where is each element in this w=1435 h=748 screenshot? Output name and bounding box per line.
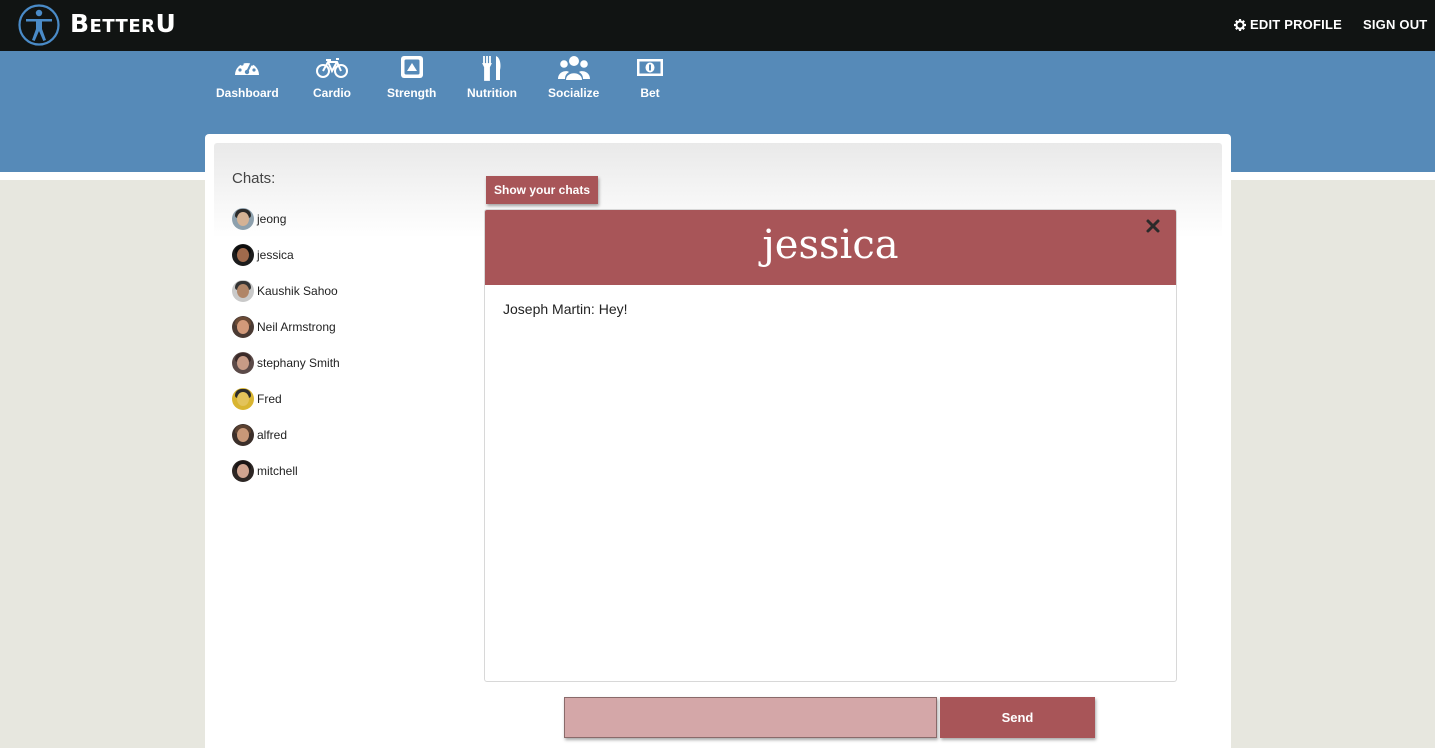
fork-knife-icon <box>482 56 501 81</box>
chat-name: jeong <box>257 212 287 226</box>
avatar <box>232 316 254 338</box>
nav-label-cardio: Cardio <box>313 86 352 100</box>
chat-list-item-alfred[interactable]: alfred <box>232 424 287 446</box>
chat-list-item-stephany-smith[interactable]: stephany Smith <box>232 352 340 374</box>
vitruvian-man-logo-icon[interactable] <box>17 3 61 47</box>
chat-name: alfred <box>257 428 288 442</box>
nav-item-bet[interactable]: Bet <box>636 55 664 100</box>
avatar <box>232 388 254 410</box>
chat-name: Neil Armstrong <box>257 320 336 334</box>
chat-list-item-mitchell[interactable]: mitchell <box>232 460 298 482</box>
avatar <box>232 280 254 302</box>
chat-name: jessica <box>257 248 294 262</box>
money-bill-icon <box>637 59 663 76</box>
bicycle-icon <box>316 58 348 78</box>
chats-heading: Chats: <box>232 170 276 187</box>
chat-header: jessica <box>485 210 1176 285</box>
chat-title: jessica <box>762 222 899 268</box>
chat-list-item-jessica[interactable]: jessica <box>232 244 294 266</box>
nav-item-dashboard[interactable]: Dashboard <box>216 55 279 100</box>
avatar <box>232 352 254 374</box>
chat-name: Kaushik Sahoo <box>257 284 338 298</box>
close-icon[interactable] <box>1145 218 1161 234</box>
avatar <box>232 208 254 230</box>
triangle-box-icon <box>400 56 423 78</box>
gear-icon <box>1234 18 1246 31</box>
top-bar: BetterU EDIT PROFILE SIGN OUT <box>0 0 1435 51</box>
chat-list-item-fred[interactable]: Fred <box>232 388 282 410</box>
nav-item-strength[interactable]: Strength <box>387 55 436 100</box>
message-input[interactable] <box>564 697 937 738</box>
dashboard-gauge-icon <box>235 59 260 75</box>
nav-label-dashboard: Dashboard <box>216 86 279 100</box>
nav-label-nutrition: Nutrition <box>467 86 517 100</box>
chat-list-item-neil-armstrong[interactable]: Neil Armstrong <box>232 316 336 338</box>
chat-message: Joseph Martin: Hey! <box>503 301 628 317</box>
nav-label-strength: Strength <box>387 86 437 100</box>
edit-profile-link[interactable]: EDIT PROFILE <box>1234 17 1342 32</box>
users-icon <box>557 56 590 80</box>
sign-out-link[interactable]: SIGN OUT <box>1363 17 1427 32</box>
avatar <box>232 460 254 482</box>
chat-list-item-kaushik-sahoo[interactable]: Kaushik Sahoo <box>232 280 338 302</box>
nav-item-cardio[interactable]: Cardio <box>313 55 351 100</box>
nav-label-bet: Bet <box>640 86 660 100</box>
sign-out-label: SIGN OUT <box>1363 17 1428 32</box>
nav-item-nutrition[interactable]: Nutrition <box>467 55 517 100</box>
send-button[interactable]: Send <box>940 697 1095 738</box>
chat-name: mitchell <box>257 464 298 478</box>
chat-name: Fred <box>257 392 282 406</box>
edit-profile-label: EDIT PROFILE <box>1250 17 1342 32</box>
nav-label-socialize: Socialize <box>548 86 600 100</box>
brand-title[interactable]: BetterU <box>70 9 176 38</box>
avatar <box>232 424 254 446</box>
show-chats-button[interactable]: Show your chats <box>486 176 598 204</box>
chat-name: stephany Smith <box>257 356 340 370</box>
avatar <box>232 244 254 266</box>
chat-list-item-jeong[interactable]: jeong <box>232 208 286 230</box>
nav-item-socialize[interactable]: Socialize <box>548 55 599 100</box>
chat-window: jessica Joseph Martin: Hey! <box>484 209 1177 682</box>
